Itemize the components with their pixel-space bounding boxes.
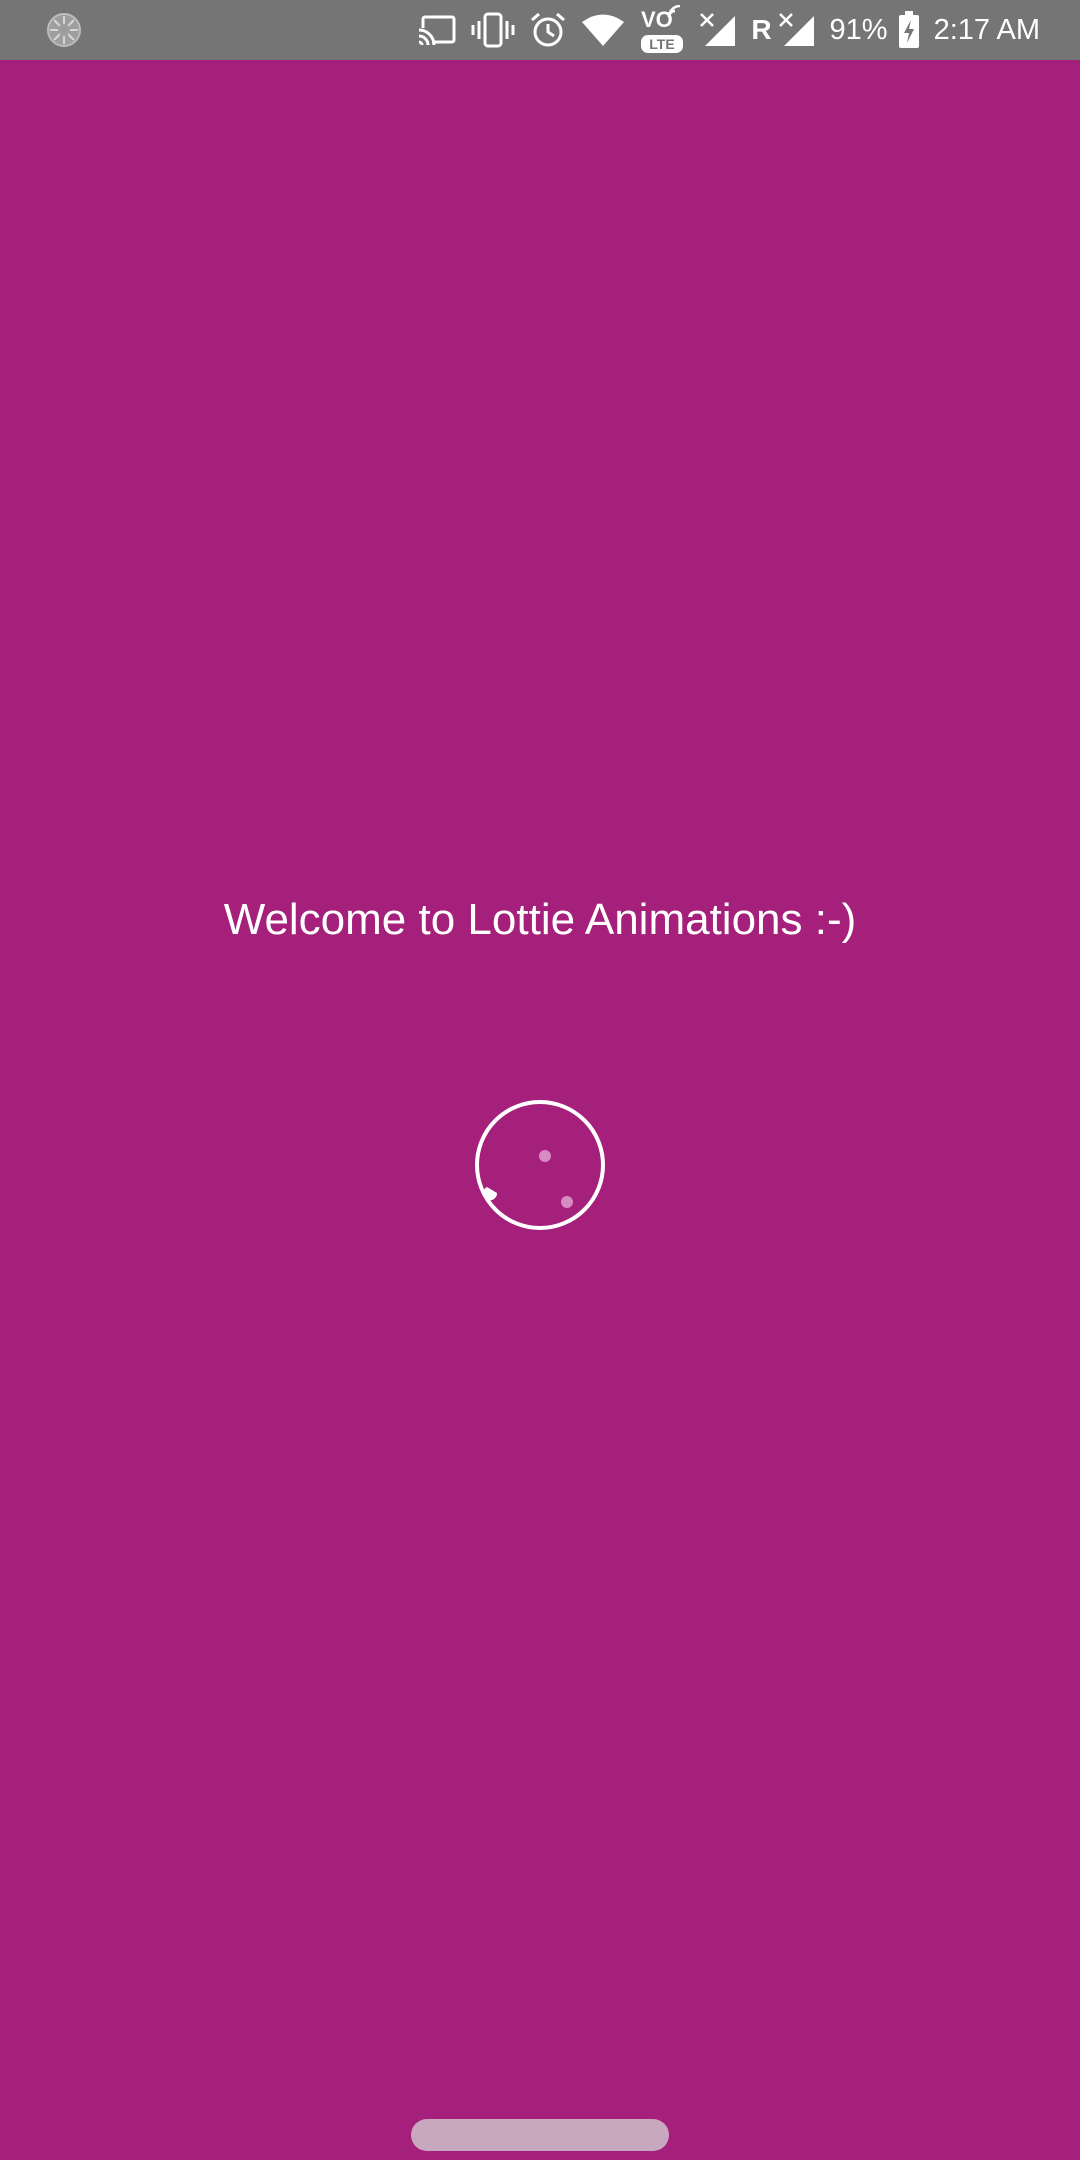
signal-roaming-icon — [778, 12, 816, 48]
vibrate-icon — [471, 12, 515, 48]
volte-icon: VO LTE — [639, 5, 685, 55]
app-screen: VO LTE R 91% 2:17 AM Welcome to Lottie A… — [0, 0, 1080, 2160]
loading-animation-icon — [473, 1098, 607, 1232]
status-icons: VO LTE R 91% 2:17 AM — [417, 0, 1080, 60]
alarm-icon — [529, 12, 567, 48]
lte-label: LTE — [650, 36, 675, 52]
volte-label: VO — [641, 7, 673, 32]
wifi-icon — [581, 13, 625, 47]
status-bar: VO LTE R 91% 2:17 AM — [0, 0, 1080, 60]
clock: 2:17 AM — [933, 13, 1040, 46]
roaming-label: R — [751, 14, 772, 45]
signal-no-icon — [699, 12, 737, 48]
battery-charging-icon — [898, 11, 920, 49]
spinner-icon — [46, 12, 82, 53]
battery-percent: 91% — [829, 13, 888, 46]
cast-icon — [417, 14, 457, 46]
welcome-text: Welcome to Lottie Animations :-) — [223, 895, 857, 944]
home-indicator[interactable] — [411, 2119, 669, 2151]
